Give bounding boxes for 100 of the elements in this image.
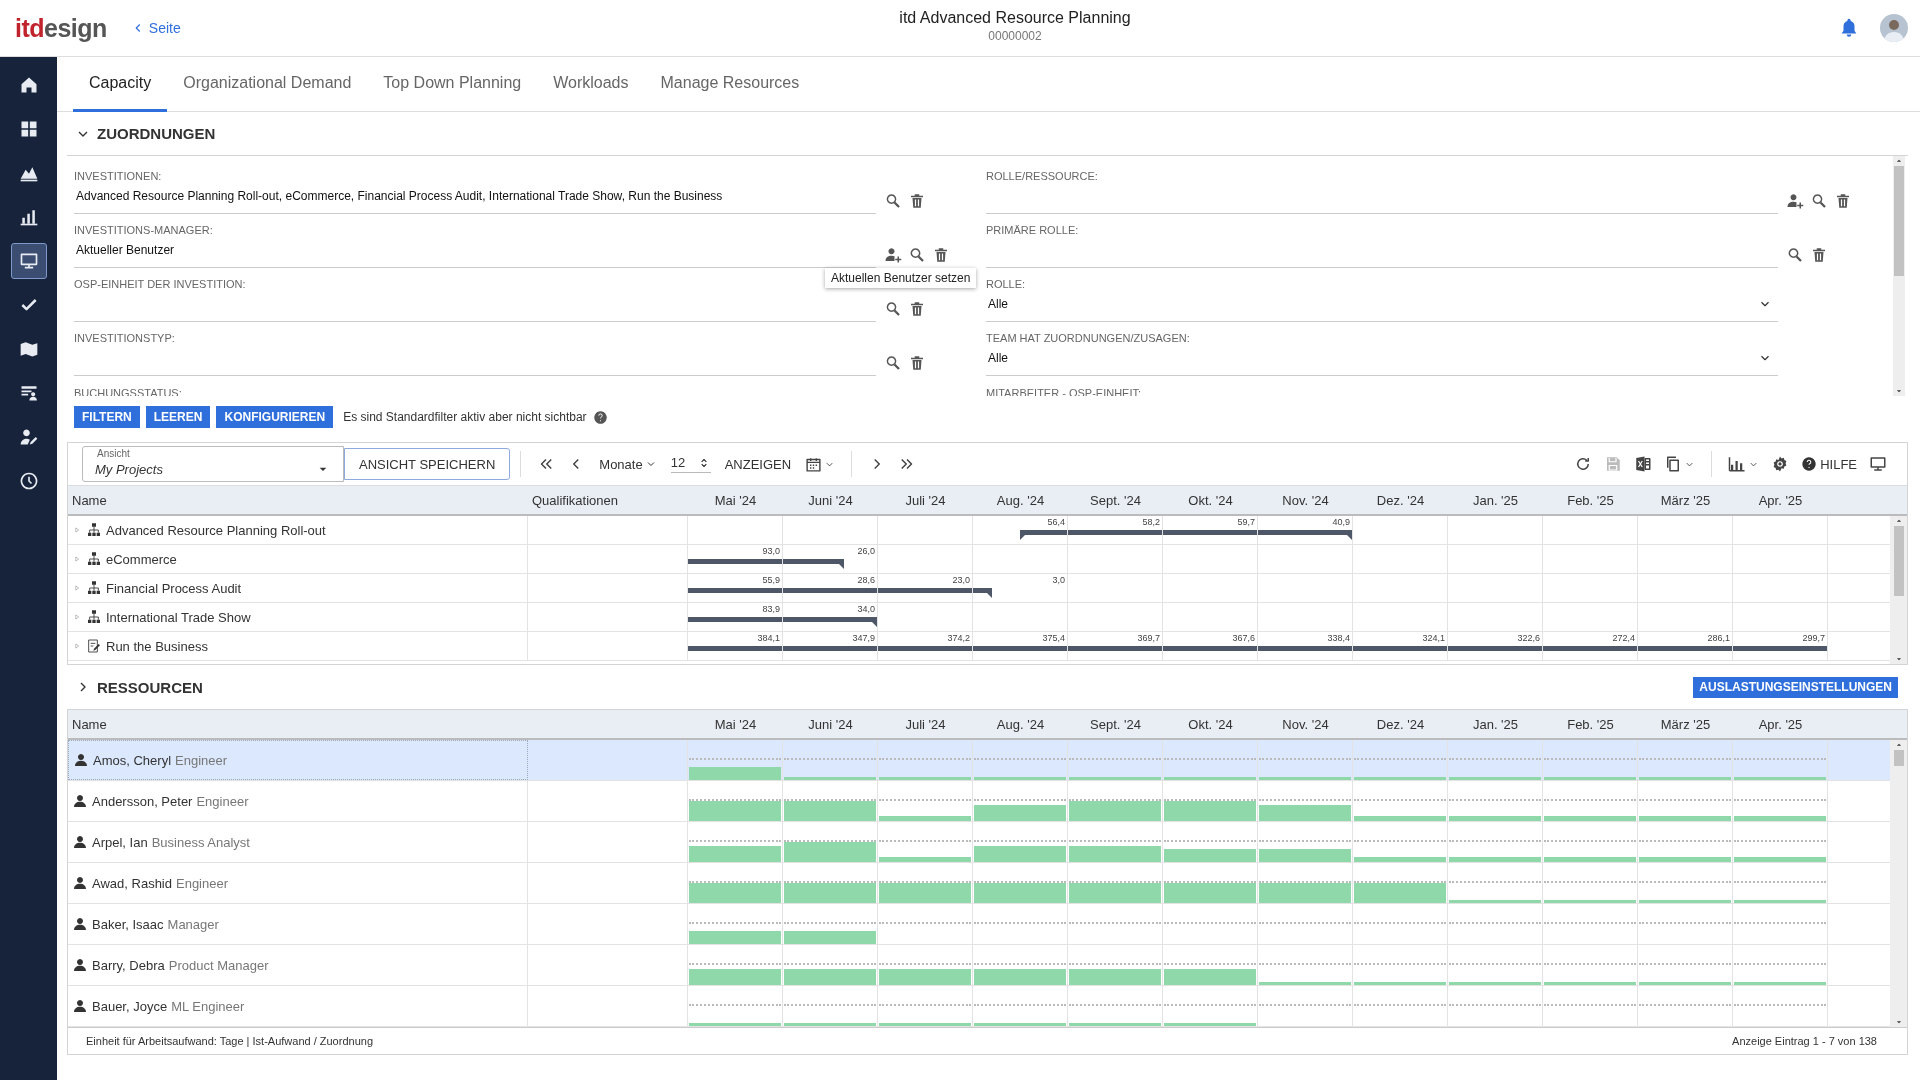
search-icon[interactable] — [908, 246, 926, 264]
value-label: 3,0 — [1052, 574, 1066, 586]
person-icon — [72, 875, 88, 891]
table-row[interactable]: Arpel, Ian Business Analyst — [68, 822, 1890, 863]
column-header: Qualifikationen — [531, 491, 619, 510]
tool-dropdown[interactable] — [1664, 455, 1696, 473]
help-icon[interactable] — [592, 409, 608, 425]
person-add-icon[interactable] — [1786, 192, 1804, 210]
scroll-thumb[interactable] — [1893, 526, 1904, 596]
section-title: RESSOURCEN — [97, 678, 203, 696]
scrollbar[interactable] — [1890, 516, 1907, 664]
filter-button[interactable]: KONFIGURIEREN — [216, 406, 334, 428]
hierarchy-icon — [86, 551, 102, 567]
spreadsheet-icon[interactable] — [1634, 455, 1653, 473]
column-header: Dez. '24 — [1375, 491, 1426, 510]
tab[interactable]: Manage Resources — [644, 57, 816, 112]
column-header: März '25 — [1659, 491, 1712, 510]
column-header: Mai '24 — [713, 491, 758, 510]
tool-dropdown[interactable] — [1728, 455, 1760, 473]
table-row[interactable]: Andersson, Peter Engineer — [68, 781, 1890, 822]
value-label: 369,7 — [1137, 632, 1161, 644]
person-icon — [72, 834, 88, 850]
tab[interactable]: Capacity — [73, 57, 168, 112]
period-unit-dropdown[interactable]: Monate — [599, 456, 657, 472]
column-header: Apr. '25 — [1757, 491, 1804, 510]
logo: itdesign — [15, 13, 107, 43]
table-row[interactable]: Baker, Isaac Manager — [68, 904, 1890, 945]
dropdown-field[interactable]: ROLLE: Alle — [986, 277, 1778, 322]
table-row[interactable]: Barry, Debra Product Manager — [68, 945, 1890, 986]
input-field[interactable]: INVESTITIONEN: Advanced Resource Planning Roll-out, eCommerce, Financial Process Audit, International Trade Show, Run the Business — [74, 169, 876, 214]
person-add-icon[interactable] — [884, 246, 902, 264]
sidebar-item[interactable] — [10, 243, 47, 279]
field-label: TEAM HAT ZUORDNUNGEN/ZUSAGEN: — [986, 331, 1190, 345]
input-field[interactable]: PRIMÄRE ROLLE: — [986, 223, 1778, 268]
scroll-thumb[interactable] — [1893, 750, 1904, 766]
person-edit-icon[interactable] — [18, 427, 39, 447]
value-label: 93,0 — [762, 545, 781, 557]
monitor-icon[interactable] — [18, 251, 39, 271]
column-header: Sept. '24 — [1089, 715, 1142, 734]
trash-icon[interactable] — [908, 192, 926, 210]
table-row[interactable]: Bauer, Joyce ML Engineer — [68, 986, 1890, 1027]
input-field[interactable]: INVESTITIONS-MANAGER: Aktueller Benutzer — [74, 223, 876, 268]
save-view-button[interactable]: ANSICHT SPEICHERN — [344, 448, 511, 480]
column-header: Feb. '25 — [1566, 715, 1615, 734]
resource-role: Manager — [167, 916, 219, 932]
row-name[interactable]: Run the Business — [106, 638, 208, 654]
row-name[interactable]: International Trade Show — [106, 609, 251, 625]
value-label: 384,1 — [757, 632, 781, 644]
table-row[interactable]: Awad, Rashid Engineer — [68, 863, 1890, 904]
column-header: Juni '24 — [807, 491, 854, 510]
clock-icon[interactable] — [18, 471, 39, 491]
search-icon[interactable] — [884, 192, 902, 210]
field-label: INVESTITIONSTYP: — [74, 331, 175, 345]
row-name[interactable]: eCommerce — [106, 551, 177, 567]
document-edit-icon — [86, 638, 102, 654]
period-count-field[interactable]: 12 — [670, 455, 711, 473]
calendar-dropdown[interactable] — [805, 455, 836, 473]
tab[interactable]: Workloads — [537, 57, 645, 112]
trash-icon[interactable] — [932, 246, 950, 264]
tab[interactable]: Organizational Demand — [167, 57, 368, 112]
input-field[interactable]: ROLLE/RESSOURCE: — [986, 169, 1778, 214]
show-button[interactable]: ANZEIGEN — [724, 456, 792, 472]
trash-icon[interactable] — [1810, 246, 1828, 264]
filter-button[interactable]: FILTERN — [74, 406, 140, 428]
row-name[interactable]: Financial Process Audit — [106, 580, 242, 596]
resource-name: Awad, Rashid — [92, 875, 172, 891]
trash-icon[interactable] — [908, 300, 926, 318]
search-icon[interactable] — [1786, 246, 1804, 264]
search-icon[interactable] — [884, 300, 902, 318]
field-value: Alle — [987, 296, 1008, 313]
monitor-icon[interactable] — [1869, 455, 1887, 473]
scrollbar[interactable] — [1890, 740, 1907, 1027]
dropdown-field[interactable]: TEAM HAT ZUORDNUNGEN/ZUSAGEN: Alle — [986, 331, 1778, 376]
scroll-thumb[interactable] — [1894, 166, 1904, 276]
trash-icon[interactable] — [908, 354, 926, 372]
utilization-settings-button[interactable]: AUSLASTUNGSEINSTELLUNGEN — [1693, 676, 1898, 698]
table-row[interactable]: Amos, Cheryl Engineer — [68, 740, 1890, 781]
column-header: Name — [71, 491, 108, 510]
trash-icon[interactable] — [1834, 192, 1852, 210]
field-label: ROLLE/RESSOURCE: — [986, 169, 1098, 183]
avatar[interactable] — [1880, 14, 1908, 42]
value-label: 272,4 — [1612, 632, 1636, 644]
tab[interactable]: Top Down Planning — [367, 57, 538, 112]
value-label: 375,4 — [1042, 632, 1066, 644]
search-icon[interactable] — [884, 354, 902, 372]
search-icon[interactable] — [1810, 192, 1828, 210]
field-value: Aktueller Benutzer — [75, 242, 176, 259]
bar-chart-icon[interactable] — [18, 207, 39, 227]
row-name[interactable]: Advanced Resource Planning Roll-out — [106, 522, 326, 538]
filter-button[interactable]: LEEREN — [145, 406, 211, 428]
map-icon[interactable] — [18, 339, 39, 359]
help-button[interactable]: HILFE — [1801, 456, 1857, 472]
column-header: Juni '24 — [807, 715, 854, 734]
value-label: 26,0 — [857, 545, 876, 557]
view-dropdown[interactable]: Ansicht My Projects — [82, 446, 344, 482]
column-header: Dez. '24 — [1375, 715, 1426, 734]
back-link[interactable]: Seite — [148, 20, 181, 36]
scrollbar[interactable] — [1893, 156, 1905, 396]
input-field[interactable]: INVESTITIONSTYP: — [74, 331, 876, 376]
tooltip: Aktuellen Benutzer setzen — [825, 268, 977, 288]
